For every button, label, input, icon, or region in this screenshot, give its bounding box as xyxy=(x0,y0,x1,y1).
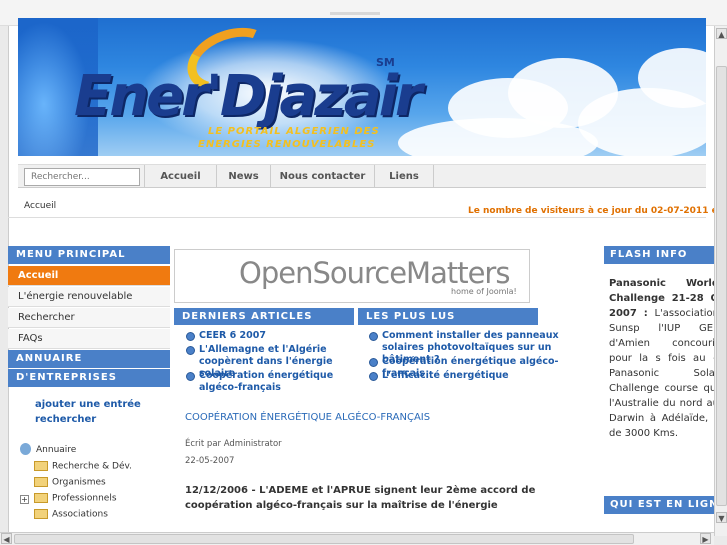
directory-root-icon xyxy=(20,443,31,455)
tree-item-label: Associations xyxy=(52,509,108,520)
left-sidebar: MENU PRINCIPAL Accueil L'énergie renouve… xyxy=(8,218,170,520)
scroll-right-arrow-icon[interactable]: ▶ xyxy=(700,533,711,544)
nav-liens[interactable]: Liens xyxy=(374,165,434,188)
browser-frame: Ener'Djazair SM LE PORTAIL ALGERIEN DES … xyxy=(0,0,727,545)
popular-article-3[interactable]: L'efficacité énergétique xyxy=(369,370,592,382)
qui-est-en-ligne-header: QUI EST EN LIGNE xyxy=(604,496,714,514)
scroll-down-arrow-icon[interactable]: ▼ xyxy=(716,512,727,523)
vertical-scroll-thumb[interactable] xyxy=(716,66,727,506)
osm-subtitle: home of Joomla! xyxy=(451,287,517,296)
menu-item-faqs[interactable]: FAQs xyxy=(8,329,170,349)
menu-item-accueil[interactable]: Accueil xyxy=(8,266,170,286)
tagline-line1: LE PORTAIL ALGERIEN DES xyxy=(208,126,380,137)
article-lead: 12/12/2006 - L'ADEME et l'APRUE signent … xyxy=(185,485,536,511)
folder-icon xyxy=(34,509,48,519)
folder-icon xyxy=(34,461,48,471)
folder-icon xyxy=(34,477,48,487)
menu-item-energie[interactable]: L'énergie renouvelable xyxy=(8,287,170,307)
search-directory-link[interactable]: rechercher xyxy=(35,414,96,425)
add-entry-link[interactable]: ajouter une entrée xyxy=(35,399,141,410)
site-banner: Ener'Djazair SM LE PORTAIL ALGERIEN DES … xyxy=(18,18,706,156)
nav-news[interactable]: News xyxy=(216,165,270,188)
tree-item-label: Organismes xyxy=(52,477,106,488)
tree-item-recherche[interactable]: Recherche & Dév. xyxy=(34,461,132,472)
menu-principal-header: MENU PRINCIPAL xyxy=(8,246,170,264)
site-logo[interactable]: Ener'Djazair xyxy=(74,64,423,129)
logo-sm-mark: SM xyxy=(376,56,395,69)
tree-item-organismes[interactable]: Organismes xyxy=(34,477,106,488)
annuaire-header-line2: D'ENTREPRISES xyxy=(8,369,170,387)
menu-item-rechercher[interactable]: Rechercher xyxy=(8,308,170,328)
article-author: Écrit par Administrator xyxy=(185,439,282,449)
derniers-articles-header: DERNIERS ARTICLES xyxy=(174,308,354,325)
tree-item-label: Recherche & Dév. xyxy=(52,461,132,472)
nav-accueil[interactable]: Accueil xyxy=(144,165,216,188)
right-sidebar: FLASH INFO Panasonic World Challenge 21-… xyxy=(604,246,714,536)
tree-root-annuaire[interactable]: Annuaire xyxy=(36,445,76,455)
folder-icon xyxy=(34,493,48,503)
flash-info-header: FLASH INFO xyxy=(604,246,714,264)
tagline-line2: ENERGIES RENOUVELABLES xyxy=(198,139,376,150)
scroll-left-arrow-icon[interactable]: ◀ xyxy=(1,533,12,544)
latest-article-1[interactable]: CEER 6 2007 xyxy=(186,330,349,342)
breadcrumb-row: Accueil Le nombre de visiteurs à ce jour… xyxy=(8,198,727,218)
osm-title: OpenSourceMatters xyxy=(239,256,510,290)
search-input[interactable] xyxy=(24,168,140,186)
flash-info-text: Panasonic World Challenge 21-28 O 2007 :… xyxy=(609,276,714,441)
vertical-scrollbar[interactable]: ▲ ▼ xyxy=(714,26,727,536)
horizontal-scrollbar[interactable]: ◀ ▶ xyxy=(0,532,714,545)
tree-item-professionnels[interactable]: Professionnels xyxy=(34,493,117,504)
tree-item-label: Professionnels xyxy=(52,493,117,504)
annuaire-header-line1: ANNUAIRE xyxy=(8,350,170,368)
expand-plus-icon[interactable]: + xyxy=(20,495,29,504)
nav-nous-contacter[interactable]: Nous contacter xyxy=(270,165,374,188)
visitor-counter-text: Le nombre de visiteurs à ce jour du 02-0… xyxy=(468,206,727,216)
top-navigation: Accueil News Nous contacter Liens xyxy=(18,164,706,188)
latest-article-3[interactable]: Coopération énergétique algéco-français xyxy=(186,370,349,394)
scroll-up-arrow-icon[interactable]: ▲ xyxy=(716,28,727,39)
plus-lus-header: LES PLUS LUS xyxy=(358,308,538,325)
article-title[interactable]: COOPÉRATION ÉNERGÉTIQUE ALGÉCO-FRANÇAIS xyxy=(185,412,430,423)
horizontal-scroll-thumb[interactable] xyxy=(14,534,634,544)
breadcrumb[interactable]: Accueil xyxy=(24,201,56,211)
article-date: 22-05-2007 xyxy=(185,456,235,466)
tree-item-associations[interactable]: Associations xyxy=(34,509,108,520)
opensourcematters-banner[interactable]: OpenSourceMatters home of Joomla! xyxy=(174,249,530,303)
flash-info-body: L'association Sunsp l'IUP GEII d'Amien c… xyxy=(609,308,714,439)
